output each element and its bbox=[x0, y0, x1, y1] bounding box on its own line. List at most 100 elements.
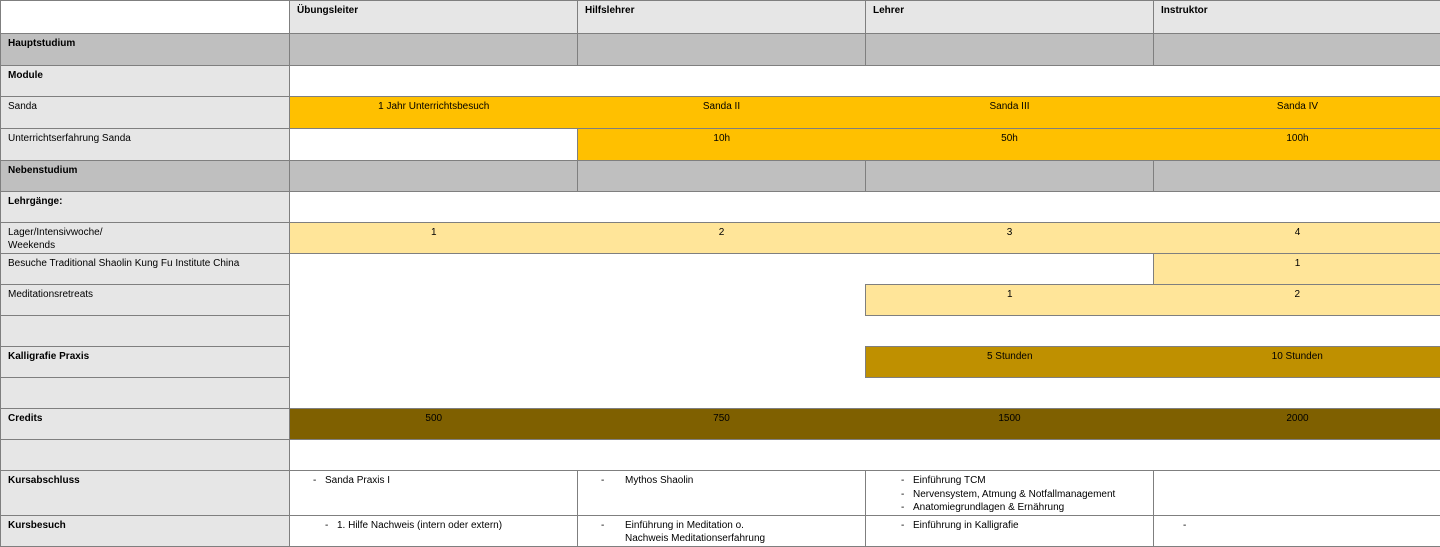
kursbesuch-uebungsleiter: -1. Hilfe Nachweis (intern oder extern) bbox=[290, 515, 578, 546]
label-lehrgaenge: Lehrgänge: bbox=[1, 192, 290, 223]
empty-cell bbox=[578, 66, 866, 97]
empty-cell bbox=[866, 192, 1154, 223]
empty-cell bbox=[1154, 440, 1440, 471]
empty-cell bbox=[1154, 378, 1440, 409]
kursbesuch-hilfslehrer: -Einführung in Meditation o.Nachweis Med… bbox=[578, 515, 866, 546]
label-unterrichtserfahrung: Unterrichtserfahrung Sanda bbox=[1, 129, 290, 161]
empty-cell bbox=[866, 378, 1154, 409]
header-lehrer: Lehrer bbox=[866, 1, 1154, 34]
section-cell bbox=[1154, 34, 1440, 66]
dash-bullet: - bbox=[313, 474, 316, 488]
empty-cell bbox=[1154, 316, 1440, 347]
kursabschluss-list: -Sanda Praxis I bbox=[297, 474, 570, 488]
sanda-lehrer: Sanda III bbox=[866, 97, 1154, 129]
lager-lehrer: 3 bbox=[866, 223, 1154, 254]
empty-cell bbox=[290, 378, 578, 409]
section-cell bbox=[290, 161, 578, 192]
list-item: -Sanda Praxis I bbox=[297, 474, 570, 488]
empty-cell bbox=[866, 66, 1154, 97]
empty-cell bbox=[866, 254, 1154, 285]
kalligrafie-lehrer: 5 Stunden bbox=[866, 347, 1154, 378]
kursbesuch-list: -Einführung in Meditation o.Nachweis Med… bbox=[585, 519, 858, 546]
empty-cell bbox=[578, 347, 866, 378]
dash-bullet: - bbox=[1161, 520, 1186, 531]
kursbesuch-lehrer: -Einführung in Kalligrafie bbox=[866, 515, 1154, 546]
row-sanda: Sanda 1 Jahr Unterrichtsbesuch Sanda II … bbox=[1, 97, 1440, 129]
empty-cell bbox=[290, 254, 578, 285]
label-credits: Credits bbox=[1, 409, 290, 440]
credits-uebungsleiter: 500 bbox=[290, 409, 578, 440]
label-empty bbox=[1, 316, 290, 347]
label-kursbesuch: Kursbesuch bbox=[1, 515, 290, 546]
empty-cell bbox=[290, 316, 578, 347]
sanda-uebungsleiter: 1 Jahr Unterrichtsbesuch bbox=[290, 97, 578, 129]
label-lager-line2: Weekends bbox=[8, 240, 55, 251]
header-hilfslehrer: Hilfslehrer bbox=[578, 1, 866, 34]
row-module: Module bbox=[1, 66, 1440, 97]
row-empty-3 bbox=[1, 440, 1440, 471]
row-lehrgaenge: Lehrgänge: bbox=[1, 192, 1440, 223]
section-row-nebenstudium: Nebenstudium bbox=[1, 161, 1440, 192]
row-credits: Credits 500 750 1500 2000 bbox=[1, 409, 1440, 440]
dash-bullet: - bbox=[901, 488, 904, 502]
empty-cell bbox=[866, 316, 1154, 347]
section-row-hauptstudium: Hauptstudium bbox=[1, 34, 1440, 66]
meditation-lehrer: 1 bbox=[866, 285, 1154, 316]
empty-cell bbox=[290, 192, 578, 223]
empty-cell bbox=[290, 129, 578, 161]
row-china: Besuche Traditional Shaolin Kung Fu Inst… bbox=[1, 254, 1440, 285]
dash-bullet: - bbox=[901, 501, 904, 515]
empty-cell bbox=[578, 285, 866, 316]
empty-cell bbox=[866, 440, 1154, 471]
empty-cell bbox=[290, 440, 578, 471]
list-item-text: Anatomiegrundlagen & Ernährung bbox=[913, 502, 1064, 513]
dash-bullet: - bbox=[601, 519, 604, 533]
empty-cell bbox=[290, 66, 578, 97]
empty-cell bbox=[1154, 192, 1440, 223]
row-empty-2 bbox=[1, 378, 1440, 409]
empty-cell bbox=[578, 316, 866, 347]
dash-bullet: - bbox=[901, 519, 904, 533]
unterricht-lehrer: 50h bbox=[866, 129, 1154, 161]
sanda-instruktor: Sanda IV bbox=[1154, 97, 1440, 129]
list-item: -Einführung in Meditation o.Nachweis Med… bbox=[585, 519, 858, 546]
list-item-text: Nachweis Meditationserfahrung bbox=[625, 533, 765, 544]
list-item: -Mythos Shaolin bbox=[585, 474, 858, 488]
label-empty bbox=[1, 378, 290, 409]
label-lager-line1: Lager/Intensivwoche/ bbox=[8, 227, 103, 238]
lager-instruktor: 4 bbox=[1154, 223, 1440, 254]
section-cell bbox=[578, 34, 866, 66]
section-cell bbox=[866, 34, 1154, 66]
section-cell bbox=[290, 34, 578, 66]
label-empty bbox=[1, 440, 290, 471]
kalligrafie-instruktor: 10 Stunden bbox=[1154, 347, 1440, 378]
kursabschluss-lehrer: -Einführung TCM -Nervensystem, Atmung & … bbox=[866, 471, 1154, 516]
kursbesuch-instruktor: - bbox=[1154, 515, 1440, 546]
dash-bullet: - bbox=[325, 519, 328, 533]
label-module: Module bbox=[1, 66, 290, 97]
row-kursbesuch: Kursbesuch -1. Hilfe Nachweis (intern od… bbox=[1, 515, 1440, 546]
list-item: -Einführung TCM bbox=[885, 474, 1146, 488]
row-kursabschluss: Kursabschluss -Sanda Praxis I -Mythos Sh… bbox=[1, 471, 1440, 516]
kursabschluss-instruktor bbox=[1154, 471, 1440, 516]
kursabschluss-list: -Einführung TCM -Nervensystem, Atmung & … bbox=[873, 474, 1146, 515]
row-lager: Lager/Intensivwoche/Weekends 1 2 3 4 bbox=[1, 223, 1440, 254]
section-cell bbox=[1154, 161, 1440, 192]
list-item-text: Einführung in Kalligrafie bbox=[913, 520, 1019, 531]
empty-cell bbox=[290, 347, 578, 378]
curriculum-table: Übungsleiter Hilfslehrer Lehrer Instrukt… bbox=[0, 0, 1440, 547]
kursabschluss-list: -Mythos Shaolin bbox=[585, 474, 858, 488]
list-item: -1. Hilfe Nachweis (intern oder extern) bbox=[309, 519, 570, 533]
china-instruktor: 1 bbox=[1154, 254, 1440, 285]
unterricht-hilfslehrer: 10h bbox=[578, 129, 866, 161]
row-meditation: Meditationsretreats 1 2 bbox=[1, 285, 1440, 316]
lager-hilfslehrer: 2 bbox=[578, 223, 866, 254]
empty-cell bbox=[1154, 66, 1440, 97]
empty-cell bbox=[578, 254, 866, 285]
list-item-text: 1. Hilfe Nachweis (intern oder extern) bbox=[337, 520, 502, 531]
empty-cell bbox=[578, 440, 866, 471]
kursbesuch-list: -1. Hilfe Nachweis (intern oder extern) bbox=[297, 519, 570, 533]
unterricht-instruktor: 100h bbox=[1154, 129, 1440, 161]
section-label-hauptstudium: Hauptstudium bbox=[1, 34, 290, 66]
label-kursabschluss: Kursabschluss bbox=[1, 471, 290, 516]
